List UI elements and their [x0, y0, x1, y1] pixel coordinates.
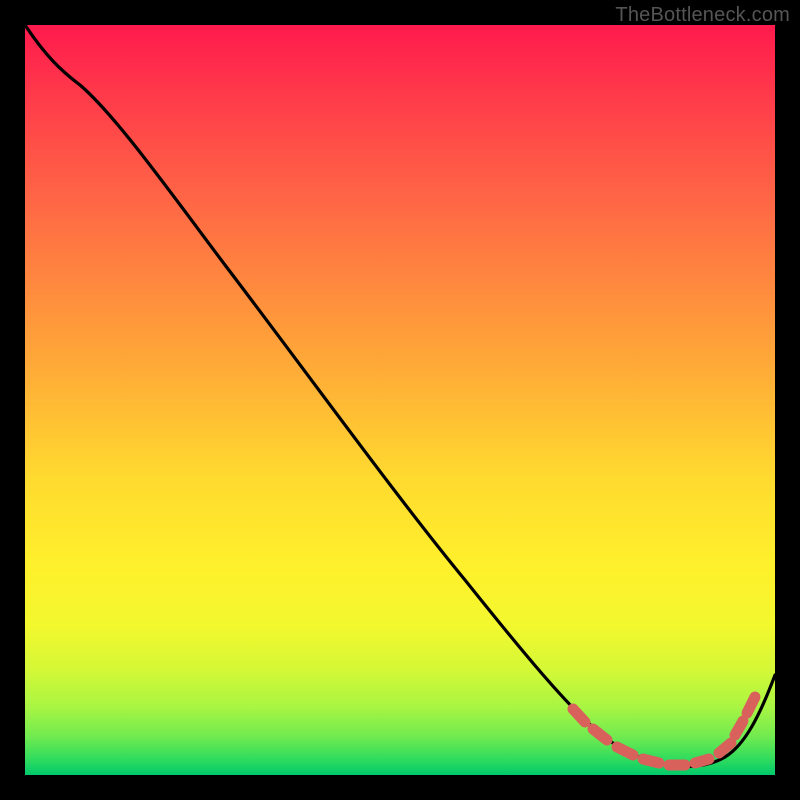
bottleneck-curve: [25, 25, 775, 775]
curve-path: [25, 25, 775, 767]
chart-plot-area: [25, 25, 775, 775]
watermark-text: TheBottleneck.com: [615, 4, 790, 27]
chart-frame: TheBottleneck.com: [0, 0, 800, 800]
